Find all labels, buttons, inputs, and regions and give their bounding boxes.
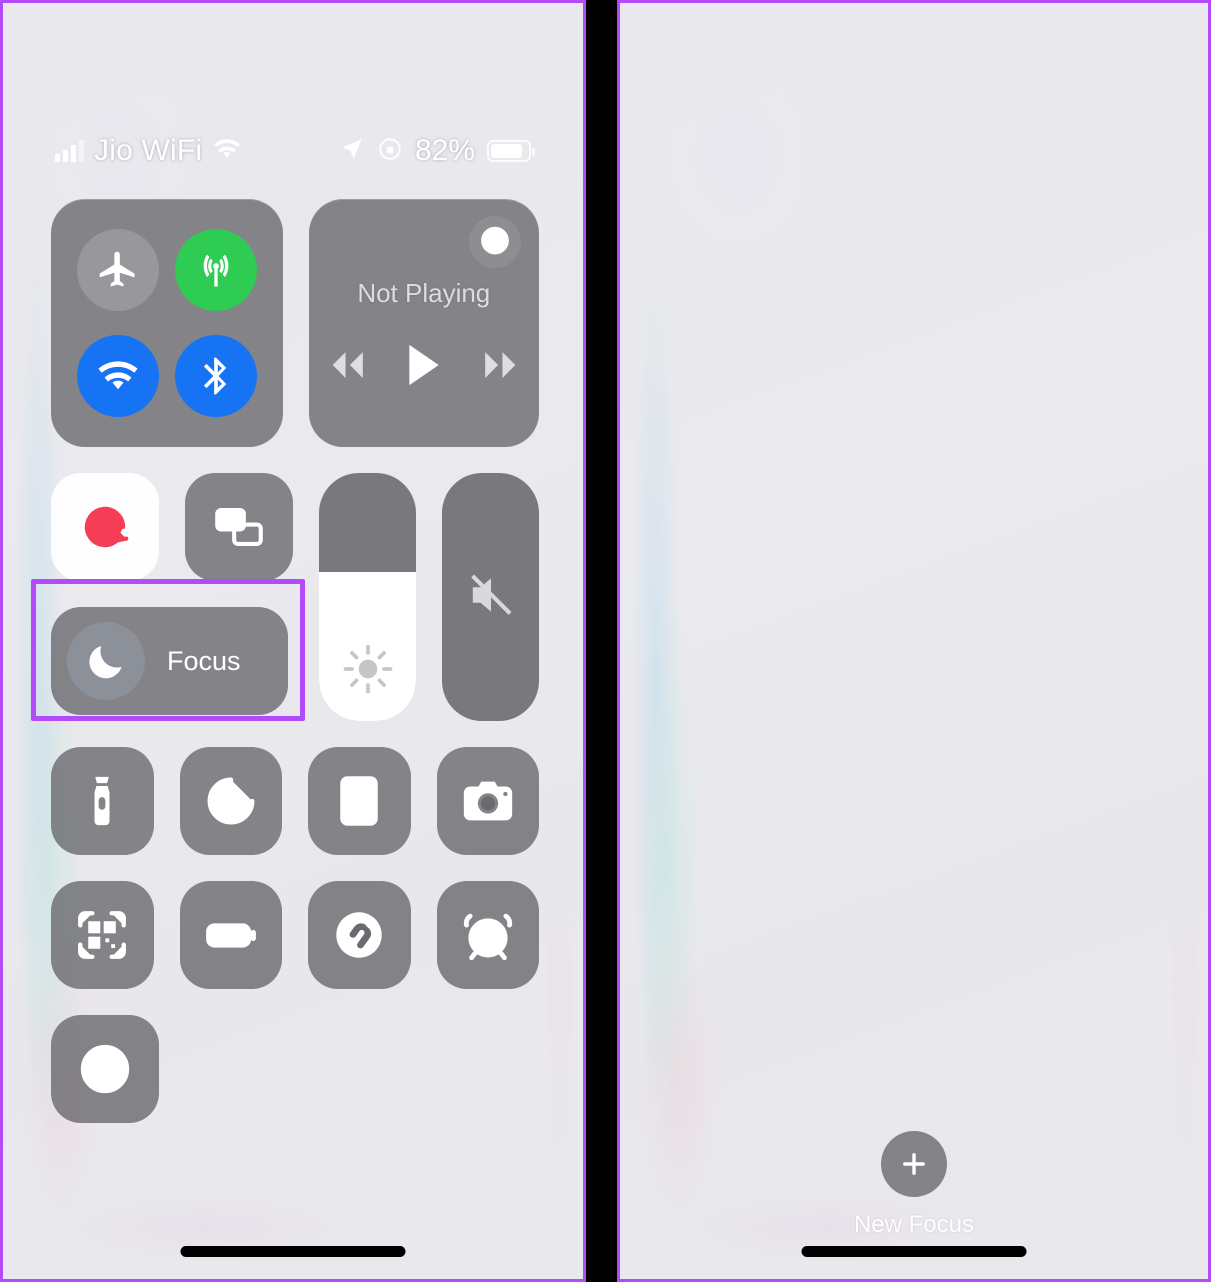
calculator-icon xyxy=(340,776,378,826)
home-indicator xyxy=(180,1246,406,1257)
airplane-icon xyxy=(99,251,135,287)
alarm-clock-icon xyxy=(463,913,512,961)
screenshot-stage: Jio WiFi 82% Not Playing Focus New Focus xyxy=(0,0,1211,1282)
rotation-lock-button[interactable] xyxy=(51,473,159,581)
control-center-grid: Not Playing Focus xyxy=(51,199,539,1123)
accessibility-button[interactable] xyxy=(51,1015,159,1123)
play-icon[interactable] xyxy=(404,343,444,387)
timer-button[interactable] xyxy=(179,747,282,855)
volume-mute-icon xyxy=(470,574,512,615)
now-playing-tile[interactable]: Not Playing xyxy=(308,199,539,447)
cellular-icon xyxy=(203,254,229,287)
right-phone-screen: Do Not Disturb Driving xyxy=(617,0,1211,1282)
focus-tile[interactable]: Focus xyxy=(51,607,288,715)
airplay-icon xyxy=(481,226,509,255)
rotation-lock-icon xyxy=(84,506,129,548)
wifi-icon xyxy=(212,137,242,166)
now-playing-label: Not Playing xyxy=(357,277,491,308)
shazam-icon xyxy=(336,912,382,958)
rotation-lock-icon xyxy=(377,136,403,167)
moon-icon xyxy=(89,645,122,679)
fast-forward-icon[interactable] xyxy=(478,348,524,382)
shazam-button[interactable] xyxy=(308,881,411,989)
screen-mirroring-icon xyxy=(215,508,263,546)
low-power-mode-button[interactable] xyxy=(179,881,282,989)
brightness-slider[interactable] xyxy=(319,473,416,721)
flashlight-button[interactable] xyxy=(51,747,154,855)
focus-icon-circle xyxy=(67,622,145,700)
battery-percent-label: 82% xyxy=(414,134,475,167)
calculator-button[interactable] xyxy=(308,747,411,855)
left-phone-screen: Jio WiFi 82% Not Playing Focus xyxy=(0,0,586,1282)
cellular-data-button[interactable] xyxy=(174,229,257,311)
bluetooth-icon xyxy=(203,357,226,395)
plus-icon[interactable] xyxy=(881,1131,947,1197)
wifi-icon xyxy=(98,361,138,390)
brightness-icon xyxy=(343,644,392,694)
airplay-button[interactable] xyxy=(469,216,521,268)
camera-icon xyxy=(463,781,512,821)
camera-button[interactable] xyxy=(436,747,539,855)
status-bar: Jio WiFi 82% xyxy=(3,129,583,173)
screen-divider xyxy=(586,0,617,1282)
accessibility-icon xyxy=(80,1044,130,1094)
flashlight-icon xyxy=(94,776,110,826)
wifi-button[interactable] xyxy=(76,335,159,417)
carrier-label: Jio WiFi xyxy=(94,134,203,167)
volume-slider[interactable] xyxy=(442,473,539,721)
bluetooth-button[interactable] xyxy=(174,335,257,417)
battery-icon xyxy=(205,923,256,948)
signal-bars-icon xyxy=(55,140,84,162)
rewind-icon[interactable] xyxy=(324,348,370,382)
new-focus-button[interactable]: New Focus xyxy=(620,1131,1208,1239)
connectivity-tile[interactable] xyxy=(51,199,283,447)
screen-mirroring-button[interactable] xyxy=(185,473,293,581)
home-indicator xyxy=(801,1246,1027,1257)
timer-icon xyxy=(207,777,255,825)
qr-scanner-icon xyxy=(78,911,127,959)
location-arrow-icon xyxy=(339,136,365,167)
battery-icon xyxy=(487,140,535,162)
airplane-mode-button[interactable] xyxy=(76,229,159,311)
qr-scanner-button[interactable] xyxy=(51,881,154,989)
alarm-clock-button[interactable] xyxy=(436,881,539,989)
focus-label: Focus xyxy=(167,645,241,676)
new-focus-label: New Focus xyxy=(853,1211,975,1238)
